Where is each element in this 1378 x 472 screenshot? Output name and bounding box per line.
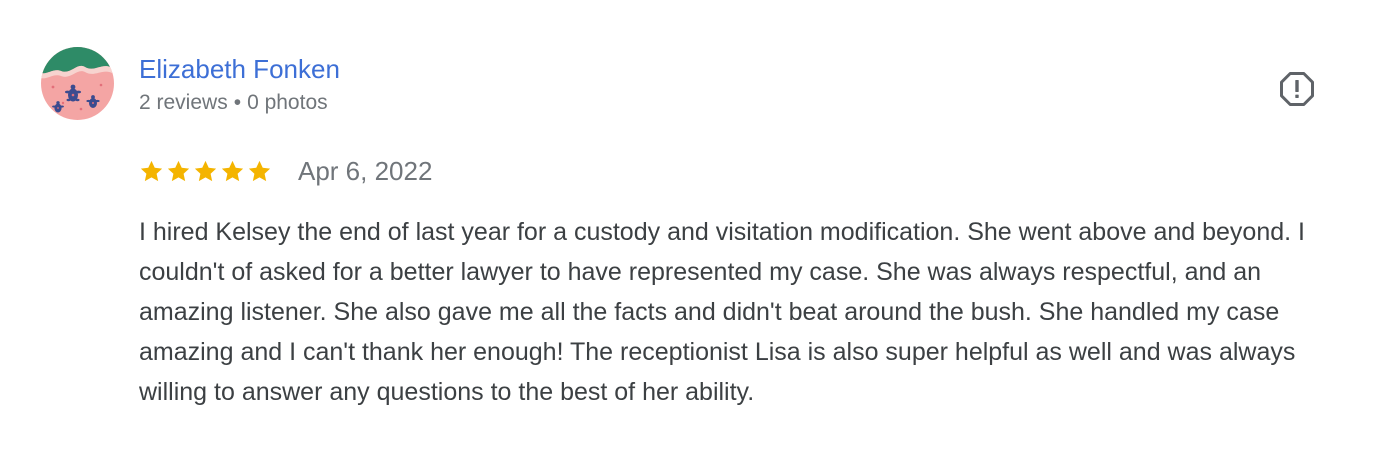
author-name-link[interactable]: Elizabeth Fonken (139, 53, 340, 85)
rating-row: Apr 6, 2022 (139, 154, 432, 188)
author-reviews-count: 2 reviews (139, 91, 228, 114)
report-review-button[interactable] (1278, 70, 1316, 108)
star-rating (139, 159, 272, 184)
meta-separator: • (233, 91, 242, 114)
review-date: Apr 6, 2022 (298, 156, 433, 186)
review-card: Elizabeth Fonken 2 reviews • 0 photos Apr … (0, 0, 1378, 472)
author-photos-count: 0 photos (247, 91, 328, 114)
star-icon (140, 160, 163, 181)
sea-turtles-beach-avatar-icon (41, 47, 114, 120)
star-icon (248, 160, 271, 181)
star-icon (194, 160, 217, 181)
report-flag-icon (1280, 72, 1314, 106)
author-avatar[interactable] (41, 47, 114, 120)
star-icon (221, 160, 244, 181)
star-icon (167, 160, 190, 181)
author-meta: 2 reviews • 0 photos (139, 89, 328, 117)
review-text: I hired Kelsey the end of last year for … (139, 218, 1305, 406)
